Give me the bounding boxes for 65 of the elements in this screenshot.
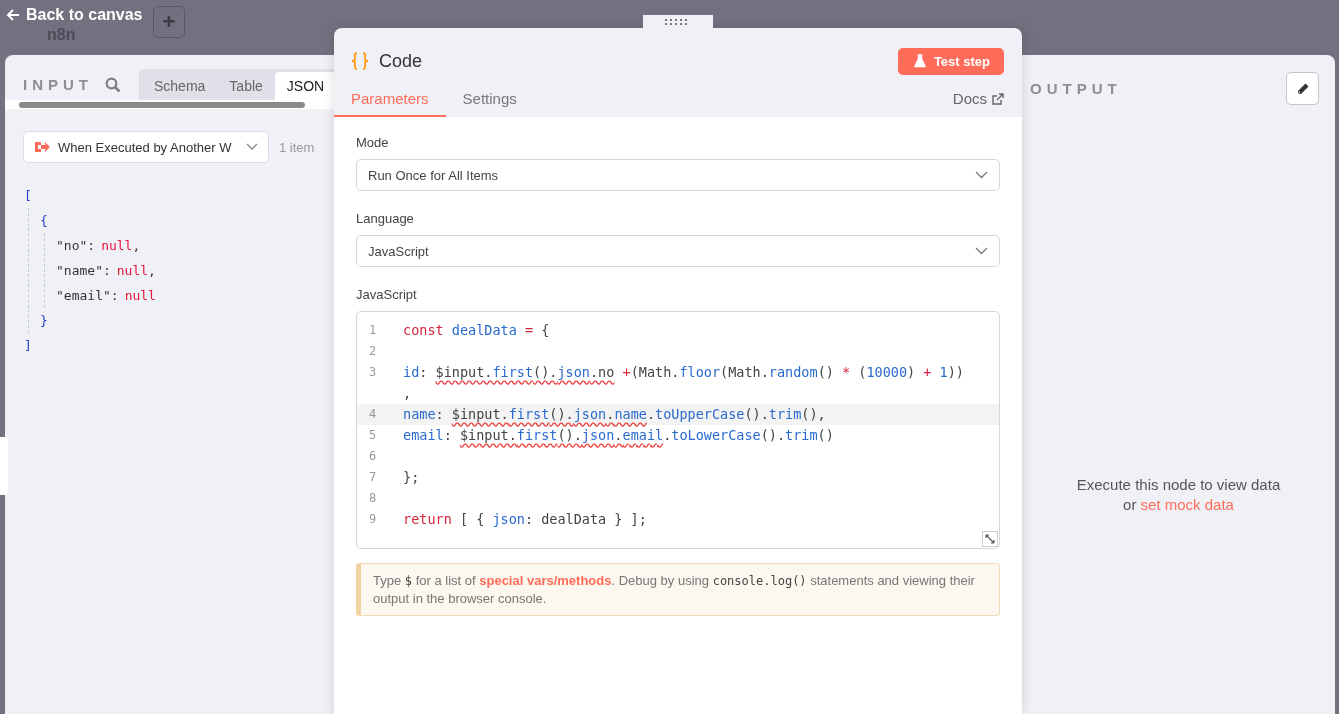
json-bracket: { (40, 213, 48, 228)
json-value: null (116, 263, 149, 278)
item-count: 1 item (279, 139, 315, 155)
panel-tab[interactable]: Settings (445, 84, 534, 117)
json-key: "name": (56, 263, 111, 278)
json-bracket: } (40, 313, 48, 328)
json-comma: , (148, 263, 156, 278)
line-number: 3 (368, 364, 378, 381)
search-icon[interactable] (105, 76, 121, 93)
line-number: 4 (368, 406, 378, 423)
json-comma: , (132, 238, 141, 253)
source-select[interactable]: When Executed by Another W (23, 131, 269, 163)
field-label: Language (356, 211, 415, 226)
flask-icon (913, 54, 926, 68)
json-bracket: ] (24, 338, 32, 353)
resize-icon[interactable] (982, 531, 998, 547)
edit-button[interactable] (1286, 72, 1319, 105)
line-number: 1 (368, 322, 378, 339)
back-arrow-icon (6, 8, 20, 22)
chevron-down-icon (246, 143, 258, 151)
code-braces-icon (350, 51, 370, 71)
view-tab[interactable]: JSON (274, 72, 334, 100)
line-number: 6 (368, 448, 378, 465)
node-title: Code (379, 50, 423, 72)
scrollbar[interactable] (5, 100, 334, 109)
json-key: "no": (56, 238, 96, 253)
code-line: name: $input.first().json.name.toUpperCase().trim(), (403, 405, 827, 424)
exit-icon (34, 140, 50, 154)
code-line: const dealData = { (403, 321, 551, 340)
mock-data-link[interactable]: set mock data (1140, 496, 1234, 513)
line-number: 2 (368, 343, 378, 360)
hint-text: Type $ for a list of special vars/methods. Debug by using console.log() statements and viewing their output in the browser console. (356, 563, 1000, 616)
dropdown-field[interactable]: JavaScript (356, 235, 1000, 267)
line-number: 5 (368, 427, 378, 444)
code-line: id: $input.first().json.no +(Math.floor(Math.random() * (10000) + 1)) , (403, 363, 965, 403)
dropdown-field[interactable]: Run Once for All Items (356, 159, 1000, 191)
line-number: 9 (368, 511, 378, 528)
panel-title: INPUT (23, 76, 93, 93)
line-number: 7 (368, 469, 378, 486)
pencil-icon (1295, 81, 1310, 96)
view-tab[interactable]: Table (217, 72, 275, 100)
field-label: Mode (356, 135, 390, 150)
json-bracket: [ (24, 188, 32, 203)
or-text: or (1123, 496, 1137, 513)
code-line: }; (403, 468, 421, 487)
chevron-down-icon (975, 171, 988, 179)
code-line: email: $input.first().json.email.toLowerCase().trim() (403, 426, 835, 445)
code-editor[interactable] (356, 311, 1000, 549)
panel-handle[interactable] (0, 437, 8, 495)
back-to-canvas-link[interactable]: Back to canvas (6, 6, 143, 24)
chevron-down-icon (975, 247, 988, 255)
line-number: 8 (368, 490, 378, 507)
json-key: "email": (56, 288, 119, 303)
external-link-icon (992, 92, 1004, 105)
test-step-button[interactable]: Test step (897, 47, 1004, 75)
add-button[interactable]: + (153, 6, 185, 38)
view-tab[interactable]: Schema (142, 72, 218, 100)
json-value: null (101, 238, 133, 253)
docs-link[interactable]: Docs (952, 90, 1004, 117)
panel-title: OUTPUT (1030, 80, 1122, 97)
code-line: return [ { json: dealData } ]; (403, 510, 648, 529)
json-value: null (124, 288, 156, 303)
drag-handle-icon[interactable] (643, 15, 713, 29)
field-label: JavaScript (356, 287, 418, 302)
empty-message: Execute this node to view data (1076, 475, 1281, 495)
